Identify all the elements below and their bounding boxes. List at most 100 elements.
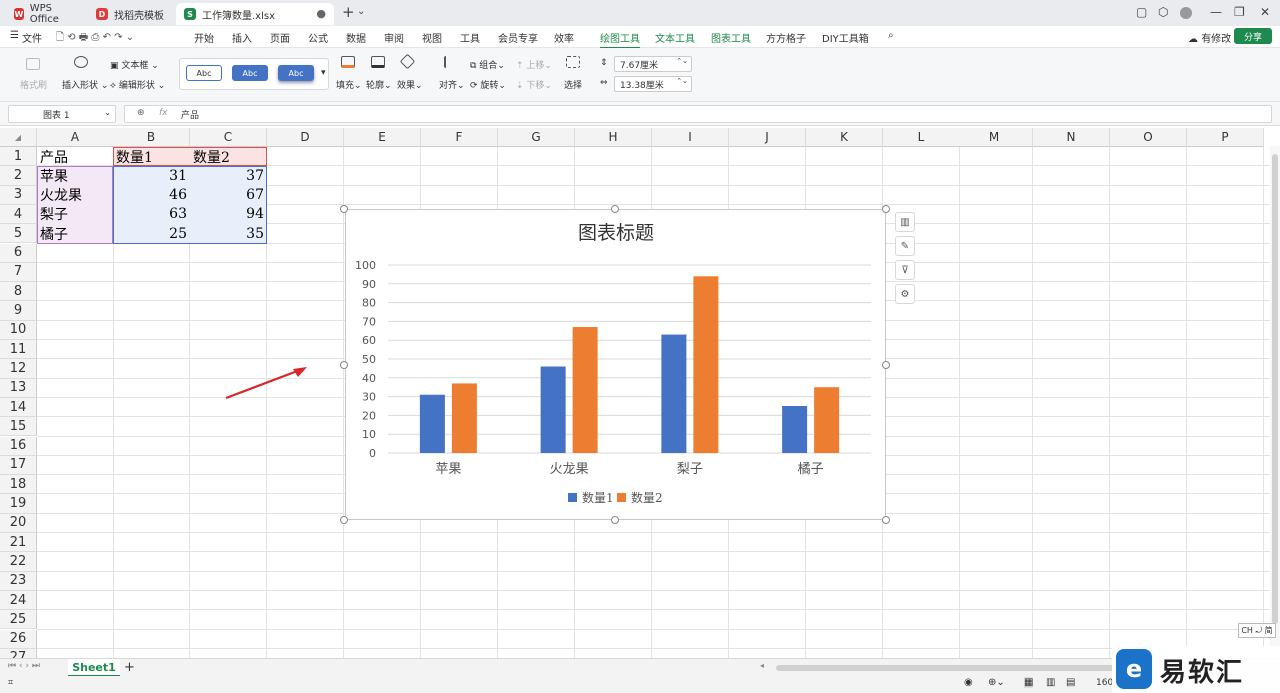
menu-diy[interactable]: DIY工具箱 [822,30,869,45]
zoom-formula-icon[interactable]: ⊕ [137,108,145,118]
row-header-18[interactable]: 18 [0,475,37,495]
width-input[interactable]: 13.38厘米 ⌃⌄ [614,76,692,92]
height-input[interactable]: 7.67厘米 ⌃⌄ [614,56,692,72]
table-cell[interactable]: 苹果 [37,166,114,185]
row-header-20[interactable]: 20 [0,513,37,533]
close-window-icon[interactable]: ✕ [1260,5,1270,19]
resize-handle-nw[interactable] [340,205,348,213]
menu-review[interactable]: 审阅 [384,30,404,45]
avatar[interactable] [1180,7,1192,19]
chart-settings-gear-icon[interactable]: ⚙ [895,284,915,304]
row-header-23[interactable]: 23 [0,571,37,591]
style-sample-1[interactable]: Abc [186,65,222,81]
row-header-15[interactable]: 15 [0,417,37,437]
row-header-26[interactable]: 26 [0,629,37,649]
close-tab-icon[interactable]: ● [316,7,326,20]
row-header-27[interactable]: 27 [0,648,37,658]
edit-shape-button[interactable]: ⟡ 编辑形状 ⌄ [110,78,165,91]
select-button[interactable]: 选择 [564,78,582,91]
bring-forward-button[interactable]: ⇡ 上移⌄ [516,58,552,71]
tab-docer[interactable]: D 找稻壳模板 [88,3,172,25]
row-header-1[interactable]: 1 [0,147,37,167]
width-stepper-icon[interactable]: ⌃⌄ [676,77,688,85]
tab-wps-office[interactable]: W WPS Office [6,3,82,25]
menu-tools[interactable]: 工具 [460,30,480,45]
table-cell[interactable]: 67 [190,186,267,205]
style-sample-3[interactable]: Abc [278,65,314,81]
hamburger-icon[interactable]: ☰ [10,30,19,41]
row-header-25[interactable]: 25 [0,610,37,630]
share-button[interactable]: 分享 [1234,28,1272,44]
row-header-7[interactable]: 7 [0,262,37,283]
table-cell[interactable]: 94 [190,205,267,224]
resize-handle-n[interactable] [611,205,619,213]
column-header-f[interactable]: F [421,128,498,147]
row-header-6[interactable]: 6 [0,243,37,263]
maximize-icon[interactable]: ❐ [1234,5,1245,19]
resize-handle-se[interactable] [882,516,890,524]
row-header-8[interactable]: 8 [0,282,37,302]
chart-style-brush-icon[interactable]: ✎ [895,236,915,256]
format-painter-button[interactable]: 格式刷 [20,78,47,91]
menu-file[interactable]: 文件 [22,30,42,45]
chart-filter-icon[interactable]: ⊽ [895,260,915,280]
has-changes-indicator[interactable]: ☁ 有修改 [1188,30,1231,45]
table-cell[interactable]: 橘子 [37,224,114,243]
column-header-n[interactable]: N [1033,128,1110,147]
skin-icon[interactable]: ⬡ [1158,5,1168,19]
name-box[interactable]: 图表 1 ⌄ [8,105,116,123]
menu-data[interactable]: 数据 [346,30,366,45]
row-header-5[interactable]: 5 [0,224,37,244]
column-header-e[interactable]: E [344,128,421,147]
zoom-level[interactable]: 160 [1096,678,1113,688]
table-cell[interactable]: 35 [190,224,267,243]
menu-view[interactable]: 视图 [422,30,442,45]
row-header-3[interactable]: 3 [0,185,37,205]
column-header-l[interactable]: L [883,128,960,147]
menu-home[interactable]: 开始 [194,30,214,45]
fx-icon[interactable]: fx [159,108,168,118]
style-sample-2[interactable]: Abc [232,65,268,81]
menu-text-tools[interactable]: 文本工具 [655,30,695,45]
window-mode-icon[interactable]: ▢ [1136,5,1147,19]
normal-view-icon[interactable]: ▦ [1024,677,1034,688]
resize-handle-e[interactable] [882,361,890,369]
view-settings-icon[interactable]: ⊕⌄ [988,677,1005,688]
column-header-o[interactable]: O [1110,128,1187,147]
chart-object[interactable]: 图表标题 0 10 20 30 40 50 60 70 80 90 100 苹果 火龙果 梨子 橘子 数量1 数量… [345,209,886,520]
column-header-d[interactable]: D [267,128,344,147]
sheet-tab-sheet1[interactable]: Sheet1 [68,659,120,677]
table-header-cell[interactable]: 产品 [37,147,114,166]
align-button[interactable]: 对齐⌄ [439,78,465,91]
table-cell[interactable]: 25 [113,224,190,243]
effect-button[interactable]: 效果⌄ [397,78,423,91]
column-header-i[interactable]: I [652,128,729,147]
column-header-g[interactable]: G [498,128,575,147]
row-header-14[interactable]: 14 [0,397,37,418]
row-header-12[interactable]: 12 [0,359,37,379]
chevron-down-icon[interactable]: ⌄ [104,108,111,117]
row-header-24[interactable]: 24 [0,590,37,611]
search-icon[interactable]: ⌕ [888,30,894,41]
fill-button[interactable]: 填充⌄ [336,78,362,91]
row-header-17[interactable]: 17 [0,455,37,476]
menu-insert[interactable]: 插入 [232,30,252,45]
add-sheet-button[interactable]: + [124,660,135,675]
menu-chart-tools[interactable]: 图表工具 [711,30,751,45]
menu-member[interactable]: 会员专享 [498,30,538,45]
tab-workbook[interactable]: S 工作簿数量.xlsx ● [176,3,334,25]
table-header-cell[interactable]: 数量1 [113,147,190,166]
scroll-left-icon[interactable]: ◂ [760,661,764,670]
row-header-2[interactable]: 2 [0,166,37,186]
menu-ffgz[interactable]: 方方格子 [766,30,806,45]
menu-efficiency[interactable]: 效率 [554,30,574,45]
column-header-b[interactable]: B [113,128,190,147]
style-gallery-more-icon[interactable]: ▾ [321,68,326,78]
new-tab-button[interactable]: + [342,3,355,21]
page-layout-view-icon[interactable]: ▥ [1046,677,1055,688]
row-header-13[interactable]: 13 [0,378,37,398]
page-break-view-icon[interactable]: ▤ [1066,677,1075,688]
table-cell[interactable]: 火龙果 [37,186,114,205]
tab-list-icon[interactable]: ⌄ [357,6,365,17]
row-header-11[interactable]: 11 [0,340,37,360]
